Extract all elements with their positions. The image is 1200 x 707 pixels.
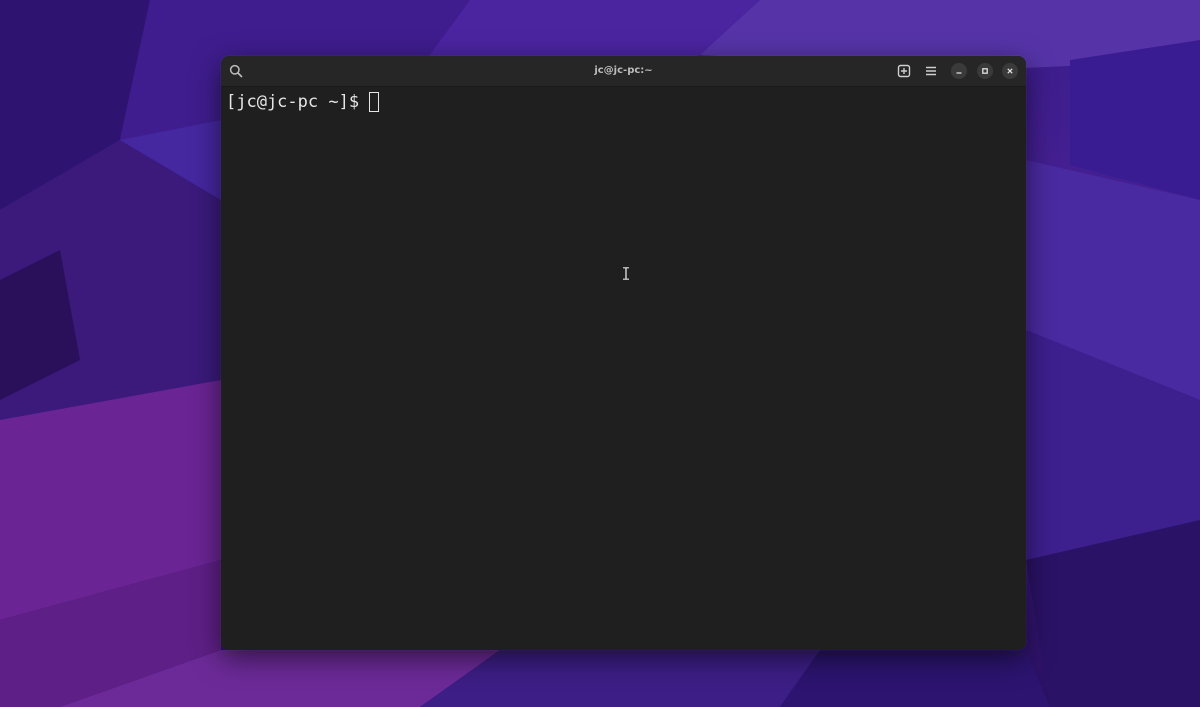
terminal-window[interactable]: jc@jc-pc:~ [jc@jc-pc ~]$: [221, 56, 1026, 650]
maximize-button[interactable]: [977, 63, 993, 79]
shell-prompt: [jc@jc-pc ~]$: [226, 92, 360, 112]
hamburger-menu-icon: [926, 66, 936, 76]
terminal-content[interactable]: [jc@jc-pc ~]$: [221, 87, 1026, 650]
search-button[interactable]: [227, 62, 245, 80]
close-icon: [1007, 68, 1013, 74]
new-tab-icon: [897, 64, 911, 78]
maximize-icon: [982, 68, 988, 74]
minimize-button[interactable]: [951, 63, 967, 79]
prompt-line: [jc@jc-pc ~]$: [226, 90, 380, 114]
title-bar[interactable]: jc@jc-pc:~: [221, 56, 1026, 87]
text-cursor-icon: [623, 267, 629, 280]
terminal-cursor: [369, 92, 380, 112]
search-icon: [229, 64, 243, 78]
close-button[interactable]: [1002, 63, 1018, 79]
minimize-icon: [956, 72, 962, 74]
main-menu-button[interactable]: [922, 62, 940, 80]
new-tab-button[interactable]: [895, 62, 913, 80]
